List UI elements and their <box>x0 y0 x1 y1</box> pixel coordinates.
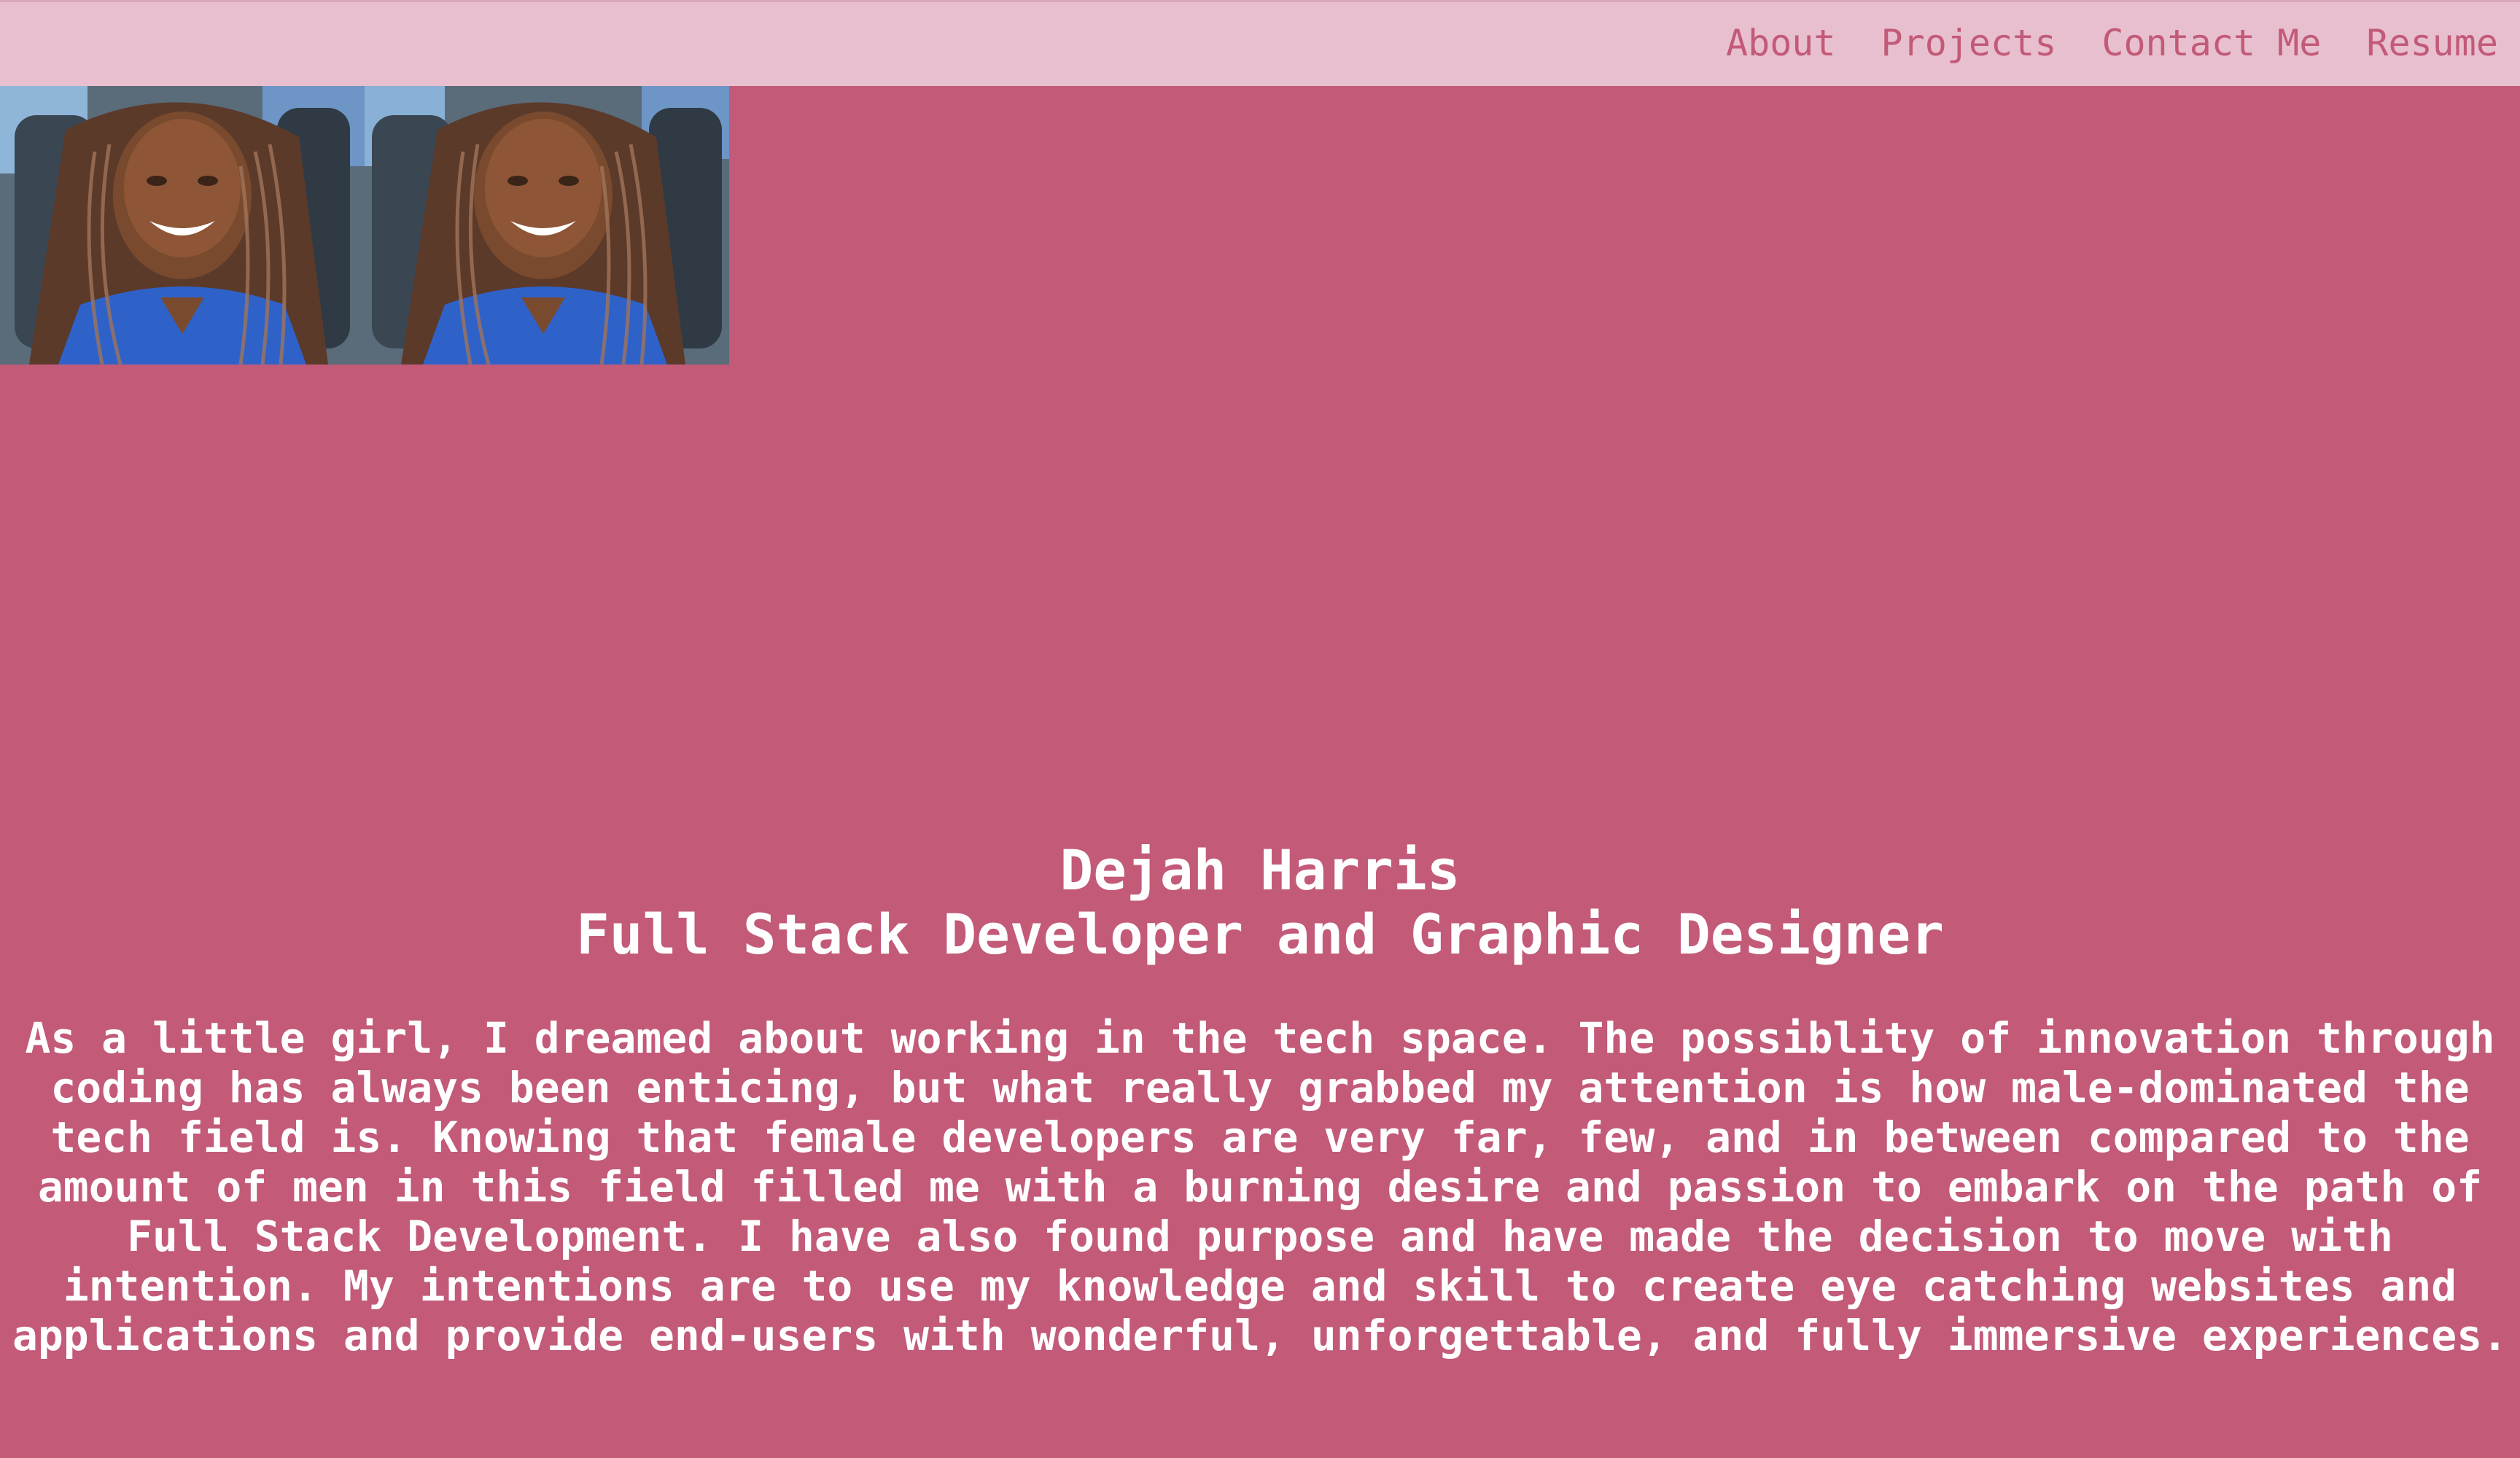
hero-role: Full Stack Developer and Graphic Designe… <box>576 902 1944 967</box>
hero: Dejah Harris Full Stack Developer and Gr… <box>0 838 2520 967</box>
profile-photo-graphic <box>0 86 365 364</box>
navbar: About Projects Contact Me Resume <box>0 0 2520 86</box>
photo-strip <box>0 86 729 364</box>
hero-name: Dejah Harris <box>1059 838 1461 903</box>
nav-link-about[interactable]: About <box>1726 21 1836 65</box>
nav-link-resume[interactable]: Resume <box>2366 21 2498 65</box>
profile-photo <box>0 86 365 364</box>
hero-bio: As a little girl, I dreamed about workin… <box>12 1013 2508 1360</box>
profile-photo-graphic <box>365 86 729 364</box>
nav-link-projects[interactable]: Projects <box>1881 21 2057 65</box>
nav-links: About Projects Contact Me Resume <box>1726 21 2498 65</box>
profile-photo <box>365 86 729 364</box>
nav-link-contact-me[interactable]: Contact Me <box>2101 21 2321 65</box>
